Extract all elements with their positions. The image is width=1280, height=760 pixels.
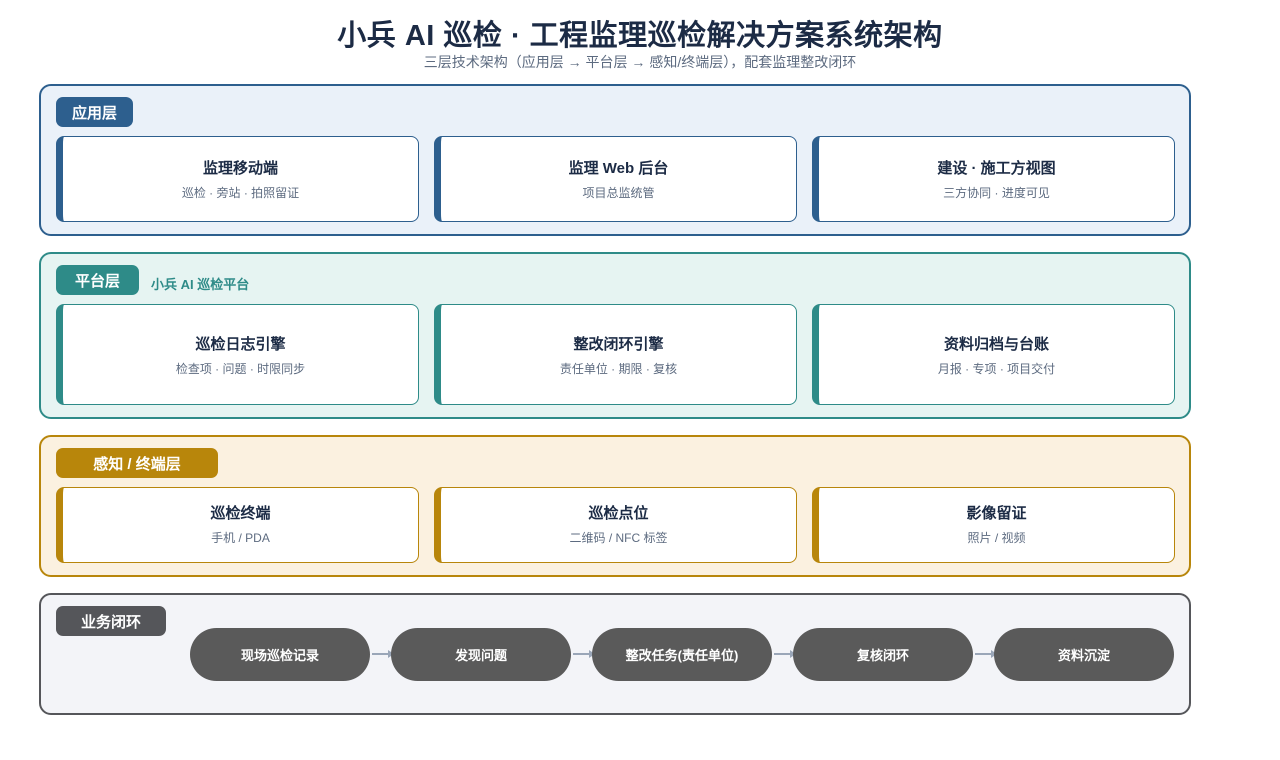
card-desc: 二维码 / NFC 标签 xyxy=(569,531,668,545)
card-title: 资料归档与台账 xyxy=(943,336,1049,353)
card-title: 监理移动端 xyxy=(202,160,278,177)
business-loop: 业务闭环 现场巡检记录 发现问题 整改任务(责任单位) 复核闭环 资料沉淀 xyxy=(39,593,1191,715)
platform-layer-badge: 平台层 xyxy=(56,265,139,295)
business-loop-badge: 业务闭环 xyxy=(56,606,166,636)
page-subtitle: 三层技术架构（应用层 → 平台层 → 感知/终端层），配套监理整改闭环 xyxy=(423,54,857,70)
flow-arrow xyxy=(975,650,997,658)
card-desc: 手机 / PDA xyxy=(211,531,270,545)
loop-step-archive: 资料沉淀 xyxy=(994,628,1174,681)
app-card-web-admin: 监理 Web 后台 项目总监统管 xyxy=(434,136,797,222)
card-desc: 检查项 · 问题 · 时限同步 xyxy=(175,362,306,376)
application-layer: 应用层 监理移动端 巡检 · 旁站 · 拍照留证 监理 Web 后台 项目总监统… xyxy=(39,84,1191,236)
platform-layer: 平台层 小兵 AI 巡检平台 巡检日志引擎 检查项 · 问题 · 时限同步 整改… xyxy=(39,252,1191,419)
platform-card-rectify-engine: 整改闭环引擎 责任单位 · 期限 · 复核 xyxy=(434,304,797,405)
card-title: 巡检点位 xyxy=(588,505,649,522)
loop-step-rectify-task: 整改任务(责任单位) xyxy=(592,628,772,681)
loop-step-find-issue: 发现问题 xyxy=(391,628,571,681)
card-desc: 巡检 · 旁站 · 拍照留证 xyxy=(181,186,300,200)
card-title: 监理 Web 后台 xyxy=(568,160,669,177)
card-title: 巡检终端 xyxy=(210,505,271,522)
sensing-terminal-layer: 感知 / 终端层 巡检终端 手机 / PDA 巡检点位 二维码 / NFC 标签… xyxy=(39,435,1191,577)
card-desc: 照片 / 视频 xyxy=(967,531,1026,545)
flow-arrow xyxy=(372,650,394,658)
card-title: 巡检日志引擎 xyxy=(195,336,286,353)
card-desc: 责任单位 · 期限 · 复核 xyxy=(559,362,678,376)
card-desc: 项目总监统管 xyxy=(582,186,655,200)
platform-card-log-engine: 巡检日志引擎 检查项 · 问题 · 时限同步 xyxy=(56,304,419,405)
card-title: 建设 · 施工方视图 xyxy=(937,160,1056,177)
flow-arrow xyxy=(774,650,796,658)
card-desc: 月报 · 专项 · 项目交付 xyxy=(937,362,1056,376)
sensing-layer-badge: 感知 / 终端层 xyxy=(56,448,218,478)
sense-card-checkpoint: 巡检点位 二维码 / NFC 标签 xyxy=(434,487,797,563)
card-title: 整改闭环引擎 xyxy=(573,336,664,353)
flow-arrow xyxy=(573,650,595,658)
app-card-construction-view: 建设 · 施工方视图 三方协同 · 进度可见 xyxy=(812,136,1175,222)
application-layer-badge: 应用层 xyxy=(56,97,133,127)
card-title: 影像留证 xyxy=(966,505,1027,522)
platform-layer-sublabel: 小兵 AI 巡检平台 xyxy=(151,277,250,292)
app-card-mobile: 监理移动端 巡检 · 旁站 · 拍照留证 xyxy=(56,136,419,222)
loop-step-review: 复核闭环 xyxy=(793,628,973,681)
sense-card-evidence: 影像留证 照片 / 视频 xyxy=(812,487,1175,563)
loop-step-record: 现场巡检记录 xyxy=(190,628,370,681)
platform-card-archive: 资料归档与台账 月报 · 专项 · 项目交付 xyxy=(812,304,1175,405)
card-desc: 三方协同 · 进度可见 xyxy=(943,186,1050,200)
sense-card-terminal: 巡检终端 手机 / PDA xyxy=(56,487,419,563)
page-title: 小兵 AI 巡检 · 工程监理巡检解决方案系统架构 xyxy=(337,20,943,52)
